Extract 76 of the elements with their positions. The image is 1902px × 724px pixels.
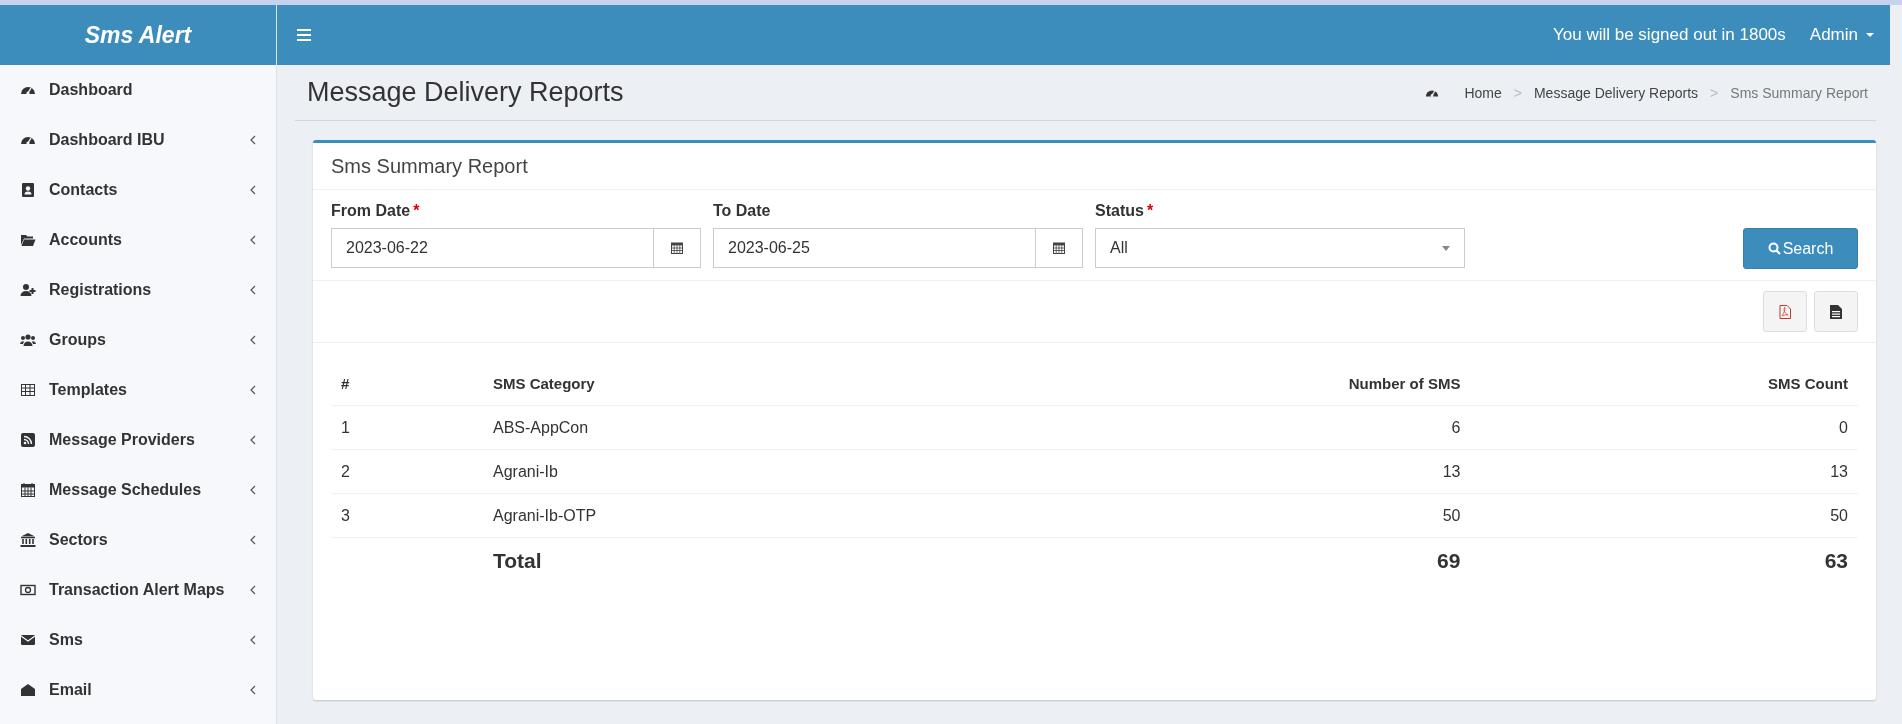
sidebar-item-label: Dashboard IBU <box>49 131 166 149</box>
sidebar-item-label: Contacts <box>49 181 119 199</box>
search-icon <box>1767 242 1781 255</box>
table-cell: 2 <box>331 449 483 494</box>
table-cell: 50 <box>1470 493 1858 538</box>
sidebar-item-label: Message Providers <box>49 431 196 449</box>
rss-icon <box>20 432 36 448</box>
user-menu[interactable]: Admin <box>1803 21 1880 49</box>
sidebar-item-label: Accounts <box>49 231 123 249</box>
table-cell: 13 <box>1470 449 1858 494</box>
sidebar-item-label: Groups <box>49 331 107 349</box>
sidebar-item[interactable]: Dashboard IBU <box>0 115 276 165</box>
banknote-icon <box>20 582 36 598</box>
sidebar-item-label: Transaction Alert Maps <box>49 581 226 599</box>
page-title: Message Delivery Reports <box>307 77 625 108</box>
table-cell: Agrani-Ib-OTP <box>483 493 961 538</box>
folder-icon <box>20 232 36 248</box>
total-value: 69 <box>960 537 1471 584</box>
date-field[interactable]: 2023-06-25 <box>713 228 1083 268</box>
table-cell: 13 <box>960 449 1471 494</box>
sidebar-item-label: Dashboard <box>49 81 134 99</box>
sidebar-item-label: Email <box>49 681 93 699</box>
sidebar-item-label: Templates <box>49 381 128 399</box>
document-export-button[interactable] <box>1814 291 1858 332</box>
sidebar-item[interactable]: Transaction Alert Maps <box>0 565 276 615</box>
column-header: # <box>331 361 483 406</box>
table-cell: 50 <box>960 493 1471 538</box>
app-logo[interactable]: Sms Alert <box>0 5 276 65</box>
breadcrumb-link[interactable]: Home <box>1464 84 1502 101</box>
sidebar-item-label: Sms <box>49 631 84 649</box>
table-icon <box>20 382 36 398</box>
column-header: Number of SMS <box>960 361 1471 406</box>
search-button[interactable]: Search <box>1743 228 1858 269</box>
pdf-file-icon <box>1779 304 1791 319</box>
sidebar-item-label: Sectors <box>49 531 109 549</box>
sidebar-item[interactable]: Groups <box>0 315 276 365</box>
table-cell: 6 <box>960 405 1471 450</box>
table-cell: 1 <box>331 405 483 450</box>
sidebar-item[interactable]: Sms <box>0 615 276 665</box>
calendar-icon <box>20 482 36 498</box>
breadcrumb-separator: > <box>1513 84 1522 101</box>
envelope-icon <box>20 632 36 648</box>
users-icon <box>20 332 36 348</box>
bank-icon <box>20 532 36 548</box>
field-label: From Date * <box>331 202 421 220</box>
table-cell: ABS-AppCon <box>483 405 961 450</box>
date-field[interactable]: 2023-06-22 <box>331 228 701 268</box>
breadcrumb-current: Sms Summary Report <box>1730 84 1868 101</box>
sidebar-item[interactable]: Message Schedules <box>0 465 276 515</box>
sidebar-item[interactable]: Sectors <box>0 515 276 565</box>
field-label: To Date <box>713 202 772 220</box>
sidebar-item[interactable]: Registrations <box>0 265 276 315</box>
contact-book-icon <box>20 182 36 198</box>
breadcrumb-separator: > <box>1710 84 1719 101</box>
session-timeout-text: You will be signed out in 1800s <box>1553 25 1786 45</box>
sidebar-item[interactable]: Accounts <box>0 215 276 265</box>
status-dropdown[interactable]: All <box>1095 228 1465 268</box>
table-cell: 0 <box>1470 405 1858 450</box>
sidebar-item[interactable]: Email <box>0 665 276 715</box>
sidebar-item[interactable]: Templates <box>0 365 276 415</box>
sidebar-item-label: Message Schedules <box>49 481 203 499</box>
total-value: 63 <box>1470 537 1858 584</box>
column-header: SMS Count <box>1470 361 1858 406</box>
user-plus-icon <box>20 282 36 298</box>
sidebar-item[interactable]: Message Providers <box>0 415 276 465</box>
card-title: Sms Summary Report <box>331 154 528 178</box>
sidebar-item[interactable]: Dashboard <box>0 65 276 115</box>
table-cell: Agrani-Ib <box>483 449 961 494</box>
sidebar-item[interactable]: Contacts <box>0 165 276 215</box>
breadcrumb-link[interactable]: Message Delivery Reports <box>1533 84 1699 101</box>
document-icon <box>1830 304 1842 319</box>
sidebar-item-label: Registrations <box>49 281 153 299</box>
table-cell: 3 <box>331 493 483 538</box>
field-label: Status * <box>1095 202 1155 220</box>
column-header: SMS Category <box>483 361 961 406</box>
total-label: Total <box>483 537 961 584</box>
